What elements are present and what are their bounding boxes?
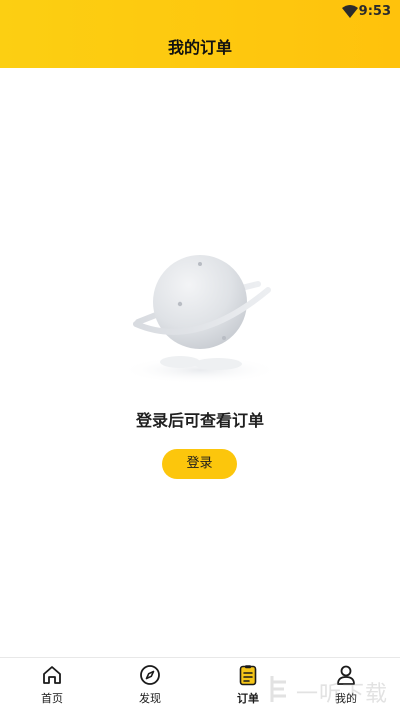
tab-mine[interactable]: 我的	[316, 664, 376, 708]
home-icon	[43, 666, 61, 684]
tab-orders-label: 订单	[237, 692, 259, 705]
tab-discover[interactable]: 发现	[120, 664, 180, 708]
user-icon	[337, 665, 355, 685]
status-bar: 9:53	[0, 0, 400, 26]
tab-home-label: 首页	[41, 692, 63, 705]
compass-icon	[140, 665, 160, 685]
empty-state-message: 登录后可查看订单	[135, 411, 264, 430]
wifi-icon	[342, 5, 358, 18]
tab-mine-label: 我的	[335, 692, 357, 705]
bottom-tab-bar: 首页 发现 订单 我的	[0, 657, 400, 710]
order-clipboard-icon	[239, 665, 257, 686]
page-title: 我的订单	[167, 38, 232, 57]
tab-orders[interactable]: 订单	[218, 664, 278, 708]
login-button[interactable]: 登录	[162, 449, 237, 479]
planet-illustration	[120, 255, 280, 384]
tab-home[interactable]: 首页	[22, 664, 82, 708]
status-time: 9:53	[358, 4, 391, 19]
tab-discover-label: 发现	[139, 692, 161, 705]
header-bar: 9:53 我的订单	[0, 0, 400, 68]
